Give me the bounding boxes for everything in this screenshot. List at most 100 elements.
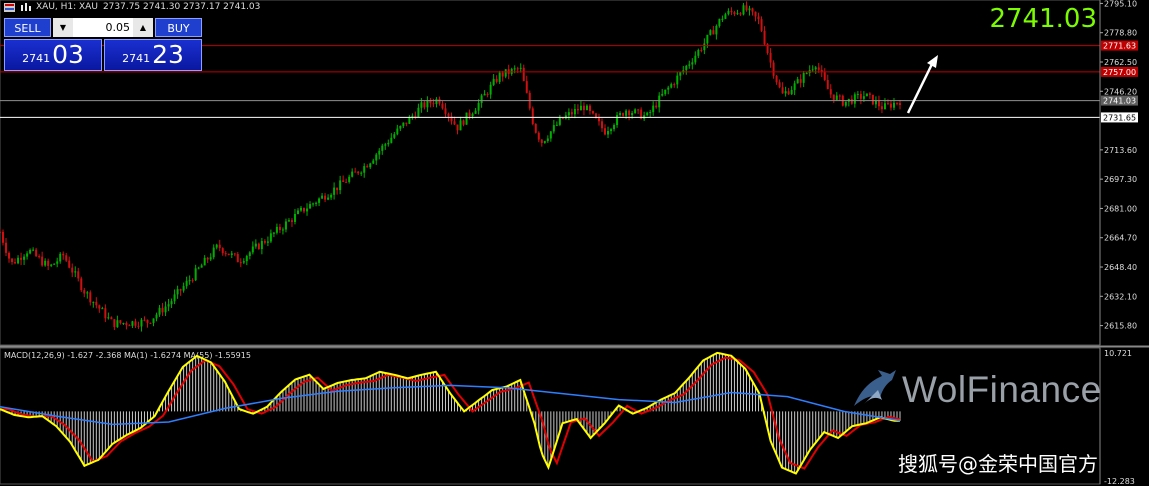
- candle-bear: [218, 244, 221, 249]
- candle-bear: [604, 128, 607, 135]
- candle-bear: [95, 301, 98, 306]
- candle-bull: [649, 112, 652, 114]
- candle-bull: [348, 176, 351, 182]
- candle-bull: [17, 257, 20, 264]
- candle-bear: [859, 93, 862, 99]
- candle-bull: [811, 69, 814, 71]
- candle-bull: [652, 105, 655, 113]
- candle-bear: [71, 267, 74, 273]
- candle-bull: [661, 93, 664, 96]
- candle-bull: [610, 129, 613, 132]
- candle-bear: [700, 49, 703, 51]
- arrow-shaft: [906, 61, 935, 114]
- candle-bull: [607, 131, 610, 135]
- candle-bull: [721, 18, 724, 20]
- candle-bull: [107, 317, 110, 319]
- candle-bear: [531, 108, 534, 124]
- candle-bear: [20, 257, 23, 260]
- candle-bear: [65, 255, 68, 261]
- candle-bear: [453, 121, 456, 125]
- price-tick-label: 2632.10: [1104, 292, 1137, 301]
- candle-bear: [823, 72, 826, 80]
- candle-bull: [176, 289, 179, 295]
- sell-price-button[interactable]: 2741 03: [4, 39, 102, 71]
- candle-bull: [248, 252, 251, 256]
- candle-bear: [128, 325, 131, 327]
- chart-type-icon[interactable]: [20, 2, 31, 12]
- candle-bull: [269, 233, 272, 242]
- candle-bear: [778, 82, 781, 88]
- candle-bull: [546, 138, 549, 142]
- candle-bear: [35, 249, 38, 257]
- price-tag-label: 2741.03: [1103, 97, 1136, 106]
- candle-bear: [769, 52, 772, 63]
- candle-bull: [272, 232, 275, 234]
- candle-bear: [622, 113, 625, 116]
- buy-button[interactable]: BUY: [155, 18, 202, 37]
- buy-price-button[interactable]: 2741 23: [104, 39, 202, 71]
- candle-bear: [236, 254, 239, 263]
- candle-bear: [799, 79, 802, 83]
- candle-bull: [724, 14, 727, 19]
- candle-bull: [230, 253, 233, 256]
- ohlc-values: 2737.75 2741.30 2737.17 2741.03: [102, 2, 261, 12]
- candle-bull: [883, 103, 886, 110]
- sell-button[interactable]: SELL: [4, 18, 51, 37]
- price-tick-label: 2713.60: [1104, 146, 1137, 155]
- candle-bull: [188, 280, 191, 282]
- candle-bear: [817, 67, 820, 70]
- source-watermark: 搜狐号@金荣中国官方: [898, 452, 1098, 476]
- chart-menu-icon[interactable]: [4, 2, 15, 12]
- candle-bull: [372, 160, 375, 164]
- candle-bull: [679, 72, 682, 76]
- price-tick-label: 2795.10: [1104, 0, 1137, 8]
- candle-bull: [260, 241, 263, 250]
- candle-bear: [850, 98, 853, 104]
- candle-bear: [745, 5, 748, 11]
- candle-bear: [832, 94, 835, 100]
- candle-bull: [483, 93, 486, 96]
- buy-price-prefix: 2741: [122, 52, 151, 65]
- candle-bull: [736, 13, 739, 15]
- price-tick-label: 2746.20: [1104, 87, 1137, 96]
- candle-bull: [697, 49, 700, 56]
- candle-bear: [134, 321, 137, 326]
- candle-bear: [739, 13, 742, 15]
- candle-bear: [239, 262, 242, 264]
- candle-bull: [411, 115, 414, 117]
- candle-bear: [0, 231, 1, 233]
- candle-bull: [844, 101, 847, 106]
- candle-bear: [880, 106, 883, 110]
- candle-bull: [384, 144, 387, 146]
- candle-bull: [667, 87, 670, 90]
- lot-increase-icon[interactable]: ▲: [133, 18, 153, 37]
- candle-bull: [327, 197, 330, 200]
- candle-bear: [113, 319, 116, 328]
- price-tick-label: 2778.80: [1104, 29, 1137, 38]
- candle-bear: [534, 123, 537, 133]
- candle-bull: [691, 62, 694, 65]
- candle-bear: [868, 93, 871, 95]
- candle-bull: [504, 69, 507, 77]
- candle-bear: [47, 260, 50, 266]
- candle-bear: [540, 139, 543, 143]
- macd-tick-label: 10.721: [1104, 349, 1132, 358]
- candle-bull: [360, 172, 363, 174]
- candle-bear: [83, 290, 86, 294]
- candle-bear: [119, 320, 122, 324]
- candle-bull: [212, 247, 215, 258]
- candle-bear: [628, 110, 631, 116]
- candle-bear: [125, 322, 128, 326]
- buy-price-pips: 23: [152, 40, 184, 69]
- candle-bull: [53, 263, 56, 265]
- candle-bear: [98, 305, 101, 309]
- candle-bull: [814, 67, 817, 70]
- candle-bear: [781, 87, 784, 94]
- lot-decrease-icon[interactable]: ▼: [53, 18, 73, 37]
- chart-canvas[interactable]: 2795.10 2778.80 2762.50 2746.20 2713.60 2697.…: [0, 0, 1149, 486]
- candle-bear: [342, 180, 345, 182]
- candle-bull: [131, 321, 134, 326]
- lot-size-input[interactable]: 0.05: [73, 18, 133, 37]
- candle-bear: [354, 171, 357, 173]
- candle-bull: [284, 221, 287, 230]
